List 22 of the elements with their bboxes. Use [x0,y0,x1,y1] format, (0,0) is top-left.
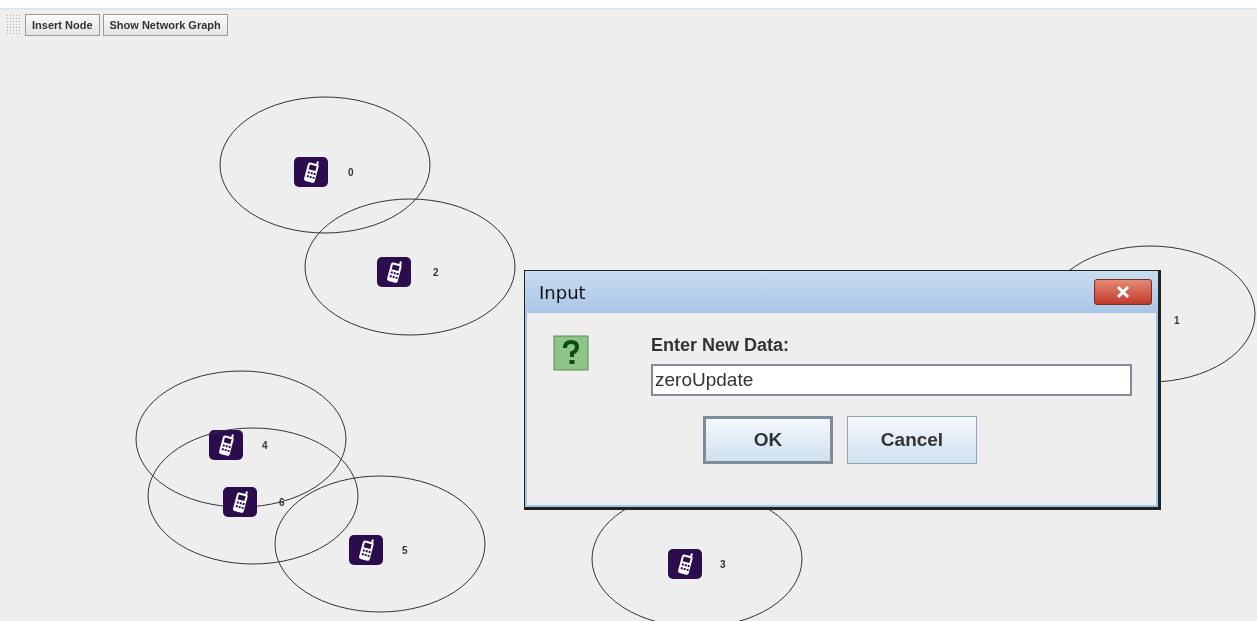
phone-icon[interactable] [377,257,411,287]
node-label: 0 [348,167,354,178]
toolbar-button[interactable]: Insert Node [25,14,100,36]
question-icon [553,335,589,371]
toolbar-button[interactable]: Show Network Graph [102,14,228,36]
dialog-button[interactable]: OK [703,416,833,464]
phone-icon[interactable] [223,487,257,517]
node-label: 5 [402,545,408,556]
phone-icon[interactable] [294,157,328,187]
node-label: 4 [262,440,268,451]
node-label: 1 [1174,315,1180,326]
input-field[interactable]: zeroUpdate [651,364,1132,396]
close-icon [1115,286,1131,298]
node-label: 2 [433,267,439,278]
prompt-label: Enter New Data: [651,335,791,356]
close-button[interactable] [1094,279,1152,305]
phone-icon[interactable] [349,535,383,565]
dialog-button[interactable]: Cancel [847,416,977,464]
dialog-title: Input [539,281,586,303]
node-label: 3 [720,559,726,570]
phone-icon[interactable] [209,430,243,460]
phone-icon[interactable] [668,549,702,579]
